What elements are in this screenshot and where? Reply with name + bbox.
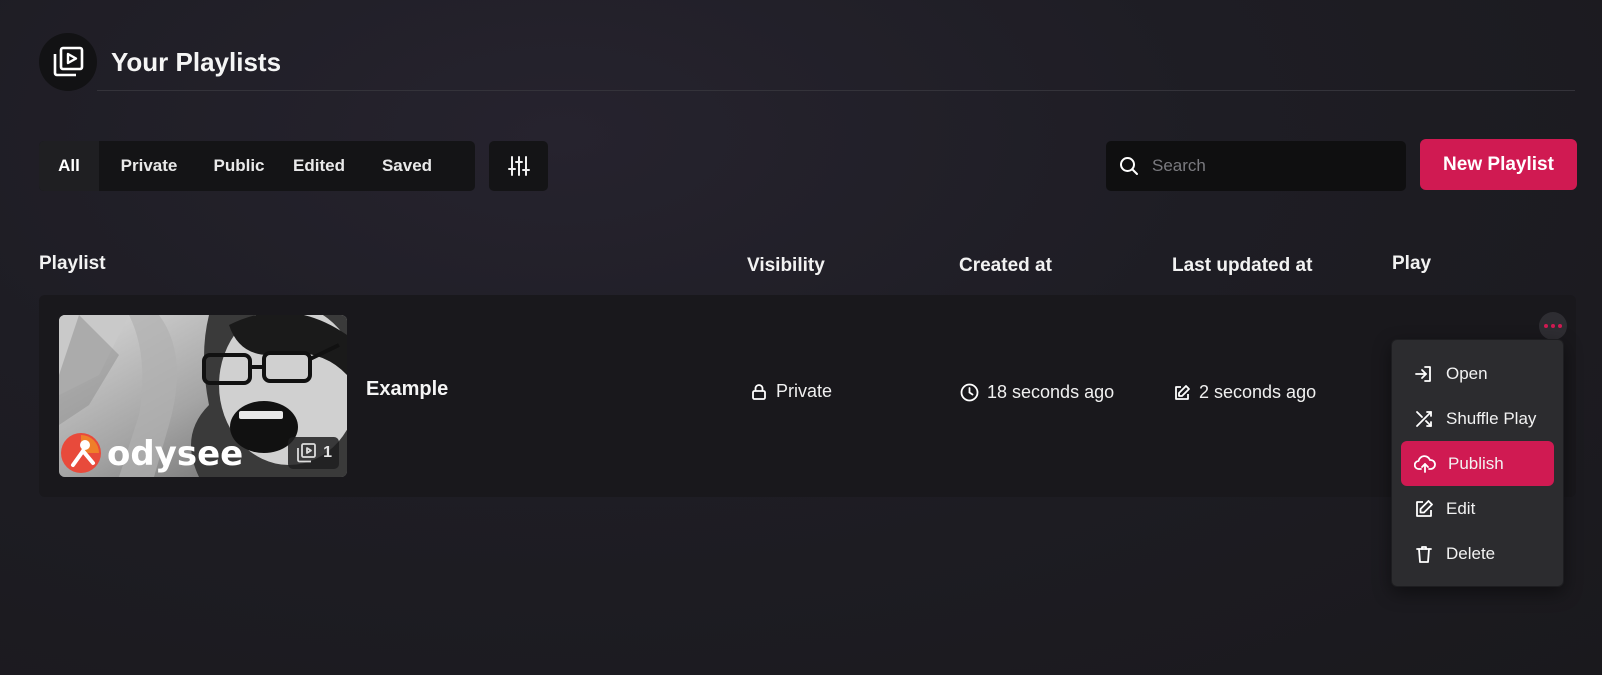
playlist-icon [51,45,85,79]
search-box [1106,141,1406,191]
edit-icon [1173,384,1191,402]
column-header-playlist: Playlist [39,253,106,274]
item-count: 1 [323,444,332,461]
edit-icon [1414,499,1434,519]
menu-item-shuffle-play[interactable]: Shuffle Play [1401,396,1554,441]
open-icon [1414,364,1434,384]
filter-tabs: All Private Public Edited Saved [39,141,475,191]
visibility-cell: Private [750,381,832,402]
filter-options-button[interactable] [489,141,548,191]
tab-all[interactable]: All [39,141,99,191]
menu-item-edit[interactable]: Edit [1401,486,1554,531]
menu-item-label: Publish [1448,453,1504,473]
column-header-created: Created at [959,255,1052,276]
page-title: Your Playlists [111,47,282,77]
more-dot [1544,324,1548,328]
menu-item-label: Delete [1446,543,1496,563]
created-cell: 18 seconds ago [960,382,1114,403]
menu-item-label: Shuffle Play [1446,408,1537,428]
menu-item-label: Open [1446,363,1488,383]
tab-edited[interactable]: Edited [279,141,359,191]
item-count-badge: 1 [288,437,339,469]
column-header-updated: Last updated at [1172,255,1313,276]
menu-item-delete[interactable]: Delete [1401,531,1554,576]
tab-public[interactable]: Public [199,141,279,191]
more-dot [1558,324,1562,328]
playlist-title[interactable]: Example [366,378,448,401]
menu-item-publish[interactable]: Publish [1401,441,1554,486]
menu-item-open[interactable]: Open [1401,351,1554,396]
trash-icon [1414,544,1434,564]
tab-private[interactable]: Private [99,141,199,191]
clock-icon [960,383,979,402]
page-header: Your Playlists [39,33,1575,91]
playlist-actions-menu: Open Shuffle Play Publish Edit Delete [1391,339,1564,587]
shuffle-icon [1414,409,1434,429]
table-row[interactable]: odysee 1 Example Private 18 seconds ago … [39,295,1576,497]
playlist-thumbnail[interactable]: odysee 1 [59,315,347,477]
search-input[interactable] [1152,156,1392,176]
updated-value: 2 seconds ago [1199,382,1317,402]
column-header-play: Play [1392,253,1432,274]
sliders-icon [507,155,530,177]
more-options-button[interactable] [1539,312,1567,340]
updated-cell: 2 seconds ago [1173,382,1316,403]
upload-cloud-icon [1414,454,1436,474]
playlist-badge [39,33,97,91]
column-header-visibility: Visibility [747,255,825,276]
header-divider [97,90,1575,91]
tab-saved[interactable]: Saved [359,141,455,191]
created-value: 18 seconds ago [987,382,1115,402]
menu-item-label: Edit [1446,498,1476,518]
playlist-small-icon [295,442,317,464]
search-icon [1106,141,1152,191]
new-playlist-button[interactable]: New Playlist [1420,139,1577,190]
more-dot [1551,324,1555,328]
odysee-logo-text: odysee [107,434,243,474]
visibility-value: Private [776,381,833,401]
lock-icon [750,383,768,401]
